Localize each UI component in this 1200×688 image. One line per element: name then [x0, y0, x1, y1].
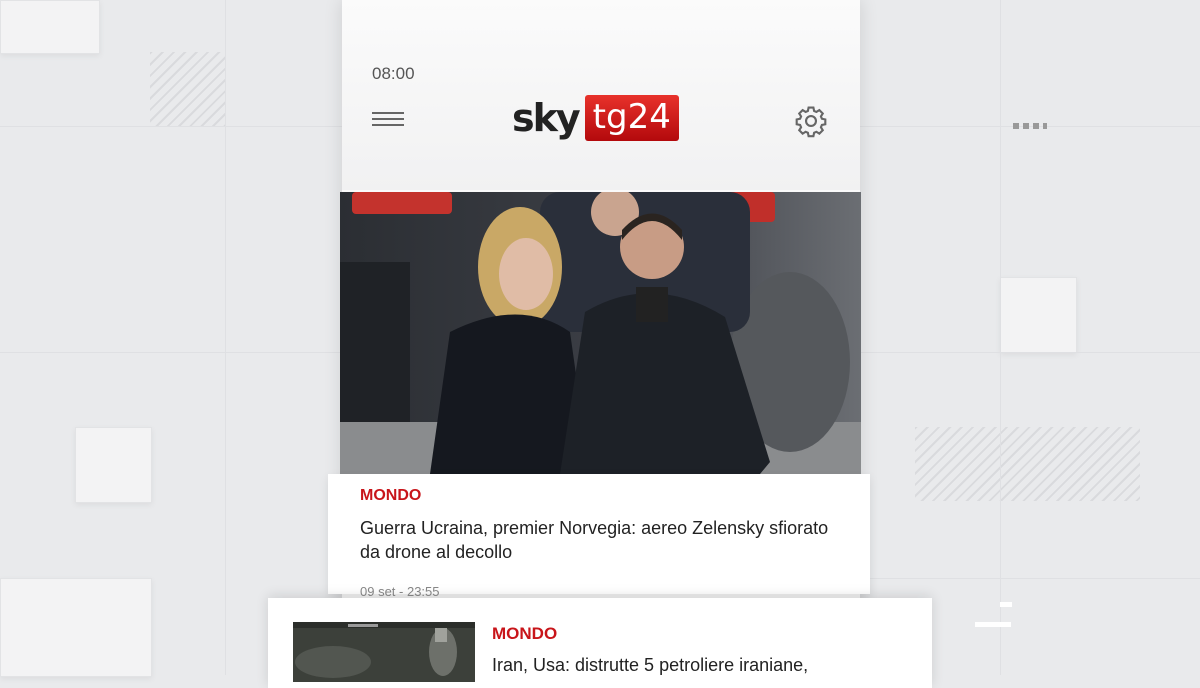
bg-hatch: [150, 52, 225, 127]
bg-dash: [975, 622, 1011, 627]
status-time: 08:00: [372, 64, 415, 83]
article-date: 09 set - 23:55: [360, 584, 440, 599]
app-header: 08:00 sky tg24: [342, 0, 860, 190]
bg-tile: [75, 427, 152, 503]
bg-line: [1000, 0, 1001, 675]
bg-dash: [1000, 602, 1012, 607]
next-article-category[interactable]: MONDO: [492, 624, 557, 644]
bg-line: [860, 578, 1200, 579]
sky-tg24-logo[interactable]: sky tg24: [512, 94, 679, 142]
article-title[interactable]: Guerra Ucraina, premier Norvegia: aereo …: [360, 516, 830, 564]
bg-tile: [0, 0, 100, 54]
bg-hatch: [915, 427, 1140, 501]
bg-line: [0, 352, 342, 353]
bg-tile: [1000, 277, 1077, 353]
hero-news-photo[interactable]: [340, 192, 861, 474]
bg-line: [225, 0, 226, 675]
bg-line: [0, 126, 342, 127]
hamburger-menu-icon[interactable]: [372, 108, 404, 132]
gear-icon[interactable]: [794, 104, 828, 138]
bg-dots: [1013, 123, 1047, 129]
logo-sky-text: sky: [512, 96, 581, 140]
article-card[interactable]: MONDO Guerra Ucraina, premier Norvegia: …: [328, 474, 870, 599]
logo-tg24-text: tg24: [584, 95, 679, 141]
bg-tile: [0, 578, 152, 677]
bg-line: [860, 352, 1200, 353]
next-article-title[interactable]: Iran, Usa: distrutte 5 petroliere irania…: [492, 655, 912, 676]
article-thumbnail[interactable]: [293, 622, 475, 682]
article-category[interactable]: MONDO: [360, 487, 421, 505]
